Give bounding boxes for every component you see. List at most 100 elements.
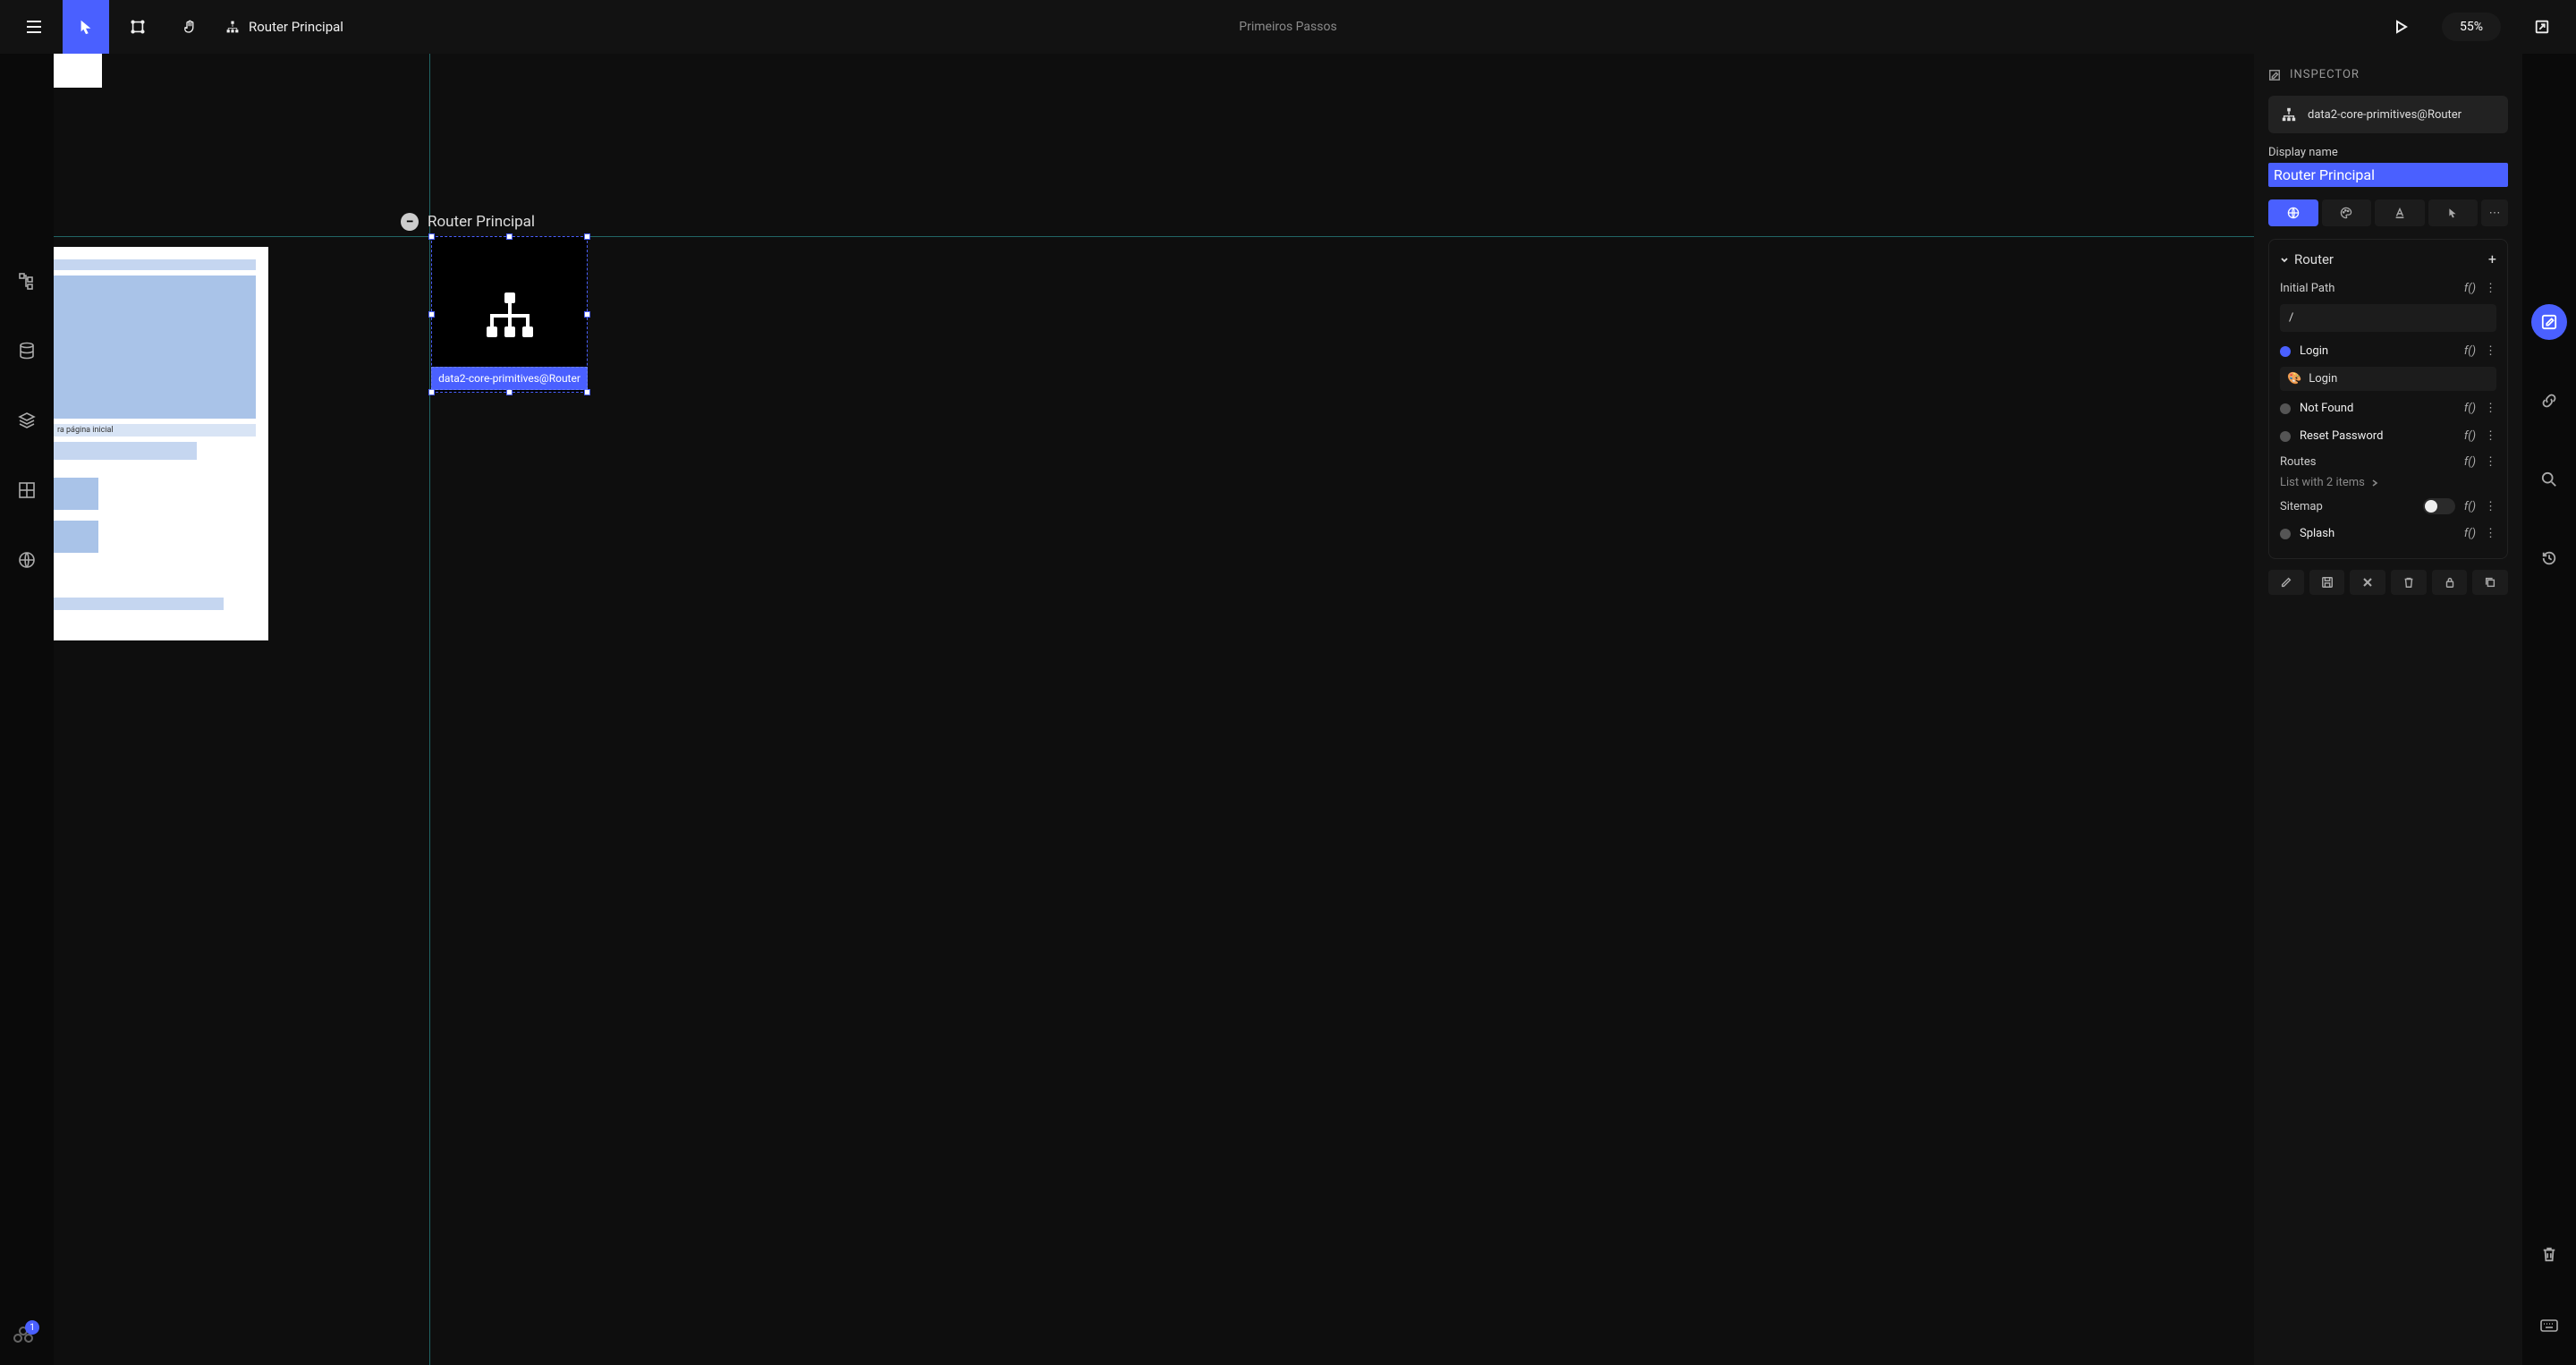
component-chip[interactable]: data2-core-primitives@Router — [2268, 96, 2508, 133]
fx-button[interactable]: f() — [2464, 429, 2476, 443]
tab-interaction[interactable] — [2428, 199, 2479, 226]
collaborators-button[interactable]: 1 — [13, 1326, 34, 1344]
fx-button[interactable]: f() — [2464, 282, 2476, 295]
more-button[interactable]: ⋮ — [2485, 455, 2496, 469]
preview-small-1 — [54, 478, 98, 510]
hand-icon — [182, 19, 198, 35]
grid-panel-button[interactable] — [14, 478, 39, 503]
breadcrumb[interactable]: Router Principal — [225, 19, 343, 35]
trash-icon — [2402, 576, 2415, 589]
node-label[interactable]: − Router Principal — [401, 213, 535, 231]
action-lock[interactable] — [2432, 570, 2468, 595]
tab-more[interactable]: ⋯ — [2481, 199, 2508, 226]
more-button[interactable]: ⋮ — [2485, 282, 2496, 295]
zoom-indicator[interactable]: 55% — [2442, 13, 2501, 41]
router-section: Router + Initial Path f() ⋮ Login f()⋮ 🎨… — [2268, 239, 2508, 559]
more-button[interactable]: ⋮ — [2485, 527, 2496, 540]
initial-path-label: Initial Path — [2280, 282, 2334, 295]
action-copy[interactable] — [2472, 570, 2508, 595]
link-icon — [2541, 393, 2557, 409]
export-button[interactable] — [2519, 0, 2565, 54]
more-button[interactable]: ⋮ — [2485, 500, 2496, 513]
preview-fragment-top — [54, 54, 102, 88]
right-sidebar — [2522, 54, 2576, 1365]
collaborators-count: 1 — [25, 1320, 39, 1335]
breadcrumb-text: Router Principal — [249, 19, 343, 35]
history-panel-button[interactable] — [2531, 540, 2567, 576]
globe-panel-button[interactable] — [14, 547, 39, 572]
tree-panel-button[interactable] — [14, 268, 39, 293]
resize-handle-tm[interactable] — [506, 233, 513, 240]
more-button[interactable]: ⋮ — [2485, 344, 2496, 358]
display-name-input[interactable] — [2268, 163, 2508, 187]
route-linked-value[interactable]: 🎨 Login — [2280, 367, 2496, 391]
resize-handle-tl[interactable] — [428, 233, 435, 240]
tab-style[interactable] — [2322, 199, 2372, 226]
canvas[interactable]: ra página inicial − Router Principal — [54, 54, 2281, 1365]
trash-icon — [2541, 1246, 2557, 1262]
fx-button[interactable]: f() — [2464, 344, 2476, 358]
resize-handle-ml[interactable] — [428, 311, 435, 318]
fx-button[interactable]: f() — [2464, 527, 2476, 540]
more-button[interactable]: ⋮ — [2485, 429, 2496, 443]
preview-block — [54, 276, 256, 419]
keyboard-icon — [2540, 1318, 2558, 1333]
tab-typography[interactable] — [2375, 199, 2425, 226]
resize-handle-br[interactable] — [584, 389, 590, 395]
resize-handle-tr[interactable] — [584, 233, 590, 240]
route-status-dot — [2280, 346, 2291, 357]
fx-button[interactable]: f() — [2464, 402, 2476, 415]
component-chip-label: data2-core-primitives@Router — [2308, 108, 2462, 122]
globe-icon — [2287, 207, 2300, 219]
layers-icon — [18, 411, 36, 429]
data-panel-button[interactable] — [14, 338, 39, 363]
frame-tool[interactable] — [114, 0, 161, 54]
export-icon — [2534, 19, 2550, 35]
search-icon — [2541, 471, 2557, 488]
select-tool[interactable] — [63, 0, 109, 54]
collapse-icon[interactable]: − — [401, 213, 419, 231]
action-edit[interactable] — [2268, 570, 2304, 595]
resize-handle-bl[interactable] — [428, 389, 435, 395]
action-delete[interactable] — [2391, 570, 2427, 595]
fx-button[interactable]: f() — [2464, 455, 2476, 469]
preview-text: ra página inicial — [54, 424, 256, 437]
trash-panel-button[interactable] — [2531, 1236, 2567, 1272]
guide-horizontal — [54, 236, 2281, 237]
preview-bar — [54, 259, 256, 270]
preview-frame[interactable]: ra página inicial — [54, 247, 268, 640]
hand-tool[interactable] — [166, 0, 213, 54]
route-label: Reset Password — [2300, 429, 2455, 443]
cursor-icon — [78, 19, 94, 35]
pencil-icon — [2280, 576, 2292, 589]
routes-summary[interactable]: List with 2 items — [2280, 474, 2496, 493]
fx-button[interactable]: f() — [2464, 500, 2476, 513]
layers-panel-button[interactable] — [14, 408, 39, 433]
search-panel-button[interactable] — [2531, 462, 2567, 497]
resize-handle-bm[interactable] — [506, 389, 513, 395]
action-save[interactable] — [2309, 570, 2345, 595]
chevron-down-icon[interactable] — [2280, 255, 2289, 264]
more-button[interactable]: ⋮ — [2485, 402, 2496, 415]
routes-label: Routes — [2280, 455, 2316, 469]
sitemap-toggle[interactable] — [2423, 498, 2455, 514]
tab-properties[interactable] — [2268, 199, 2318, 226]
resize-handle-mr[interactable] — [584, 311, 590, 318]
node-caption[interactable]: data2-core-primitives@Router — [431, 367, 588, 390]
initial-path-input[interactable] — [2280, 304, 2496, 332]
link-panel-button[interactable] — [2531, 383, 2567, 419]
section-add-button[interactable]: + — [2488, 250, 2496, 267]
palette-emoji-icon: 🎨 — [2287, 372, 2301, 386]
palette-icon — [2340, 207, 2352, 219]
left-sidebar: 1 — [0, 54, 54, 1365]
routes-summary-text: List with 2 items — [2280, 476, 2365, 489]
history-icon — [2541, 550, 2557, 566]
sitemap-icon — [225, 20, 240, 34]
arrow-right-icon — [2370, 479, 2379, 488]
action-close[interactable] — [2350, 570, 2385, 595]
menu-button[interactable] — [11, 0, 57, 54]
play-button[interactable] — [2377, 0, 2424, 54]
keyboard-panel-button[interactable] — [2531, 1308, 2567, 1344]
save-icon — [2321, 576, 2334, 589]
edit-panel-button[interactable] — [2531, 304, 2567, 340]
